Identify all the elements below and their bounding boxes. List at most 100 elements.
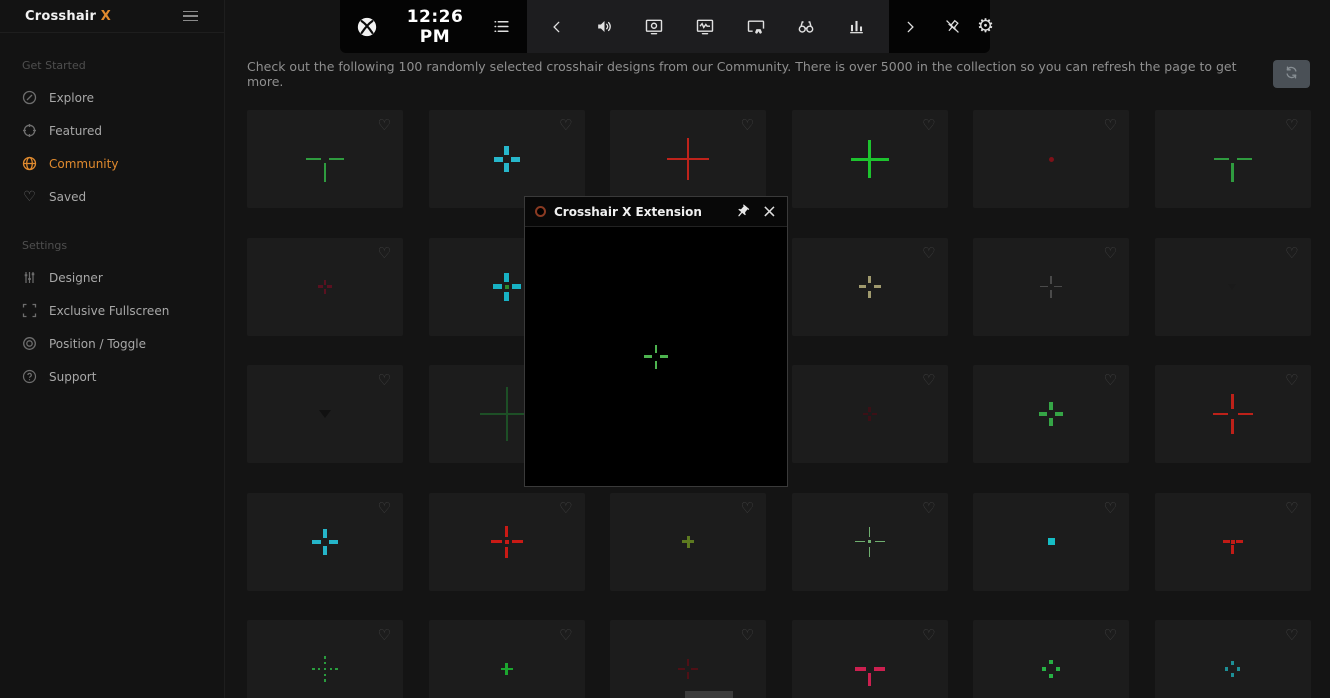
favorite-heart-icon[interactable]: ♡ [741, 118, 754, 133]
app-logo: Crosshair X [25, 9, 111, 24]
favorite-heart-icon[interactable]: ♡ [1104, 373, 1117, 388]
favorite-heart-icon[interactable]: ♡ [378, 373, 391, 388]
refresh-button[interactable] [1273, 60, 1310, 88]
crosshair-tile[interactable]: ♡ [247, 238, 403, 336]
sidebar-item-label: Explore [49, 91, 94, 105]
crosshair-tile[interactable]: ♡ [1155, 110, 1311, 208]
crosshair-tile[interactable]: ♡ [1155, 620, 1311, 698]
favorite-heart-icon[interactable]: ♡ [1104, 628, 1117, 643]
xbox-game-bar: 12:26 PM [340, 0, 990, 53]
brand-accent: X [101, 9, 111, 24]
crosshair-tile[interactable]: ♡ [429, 110, 585, 208]
target-circles-icon [22, 336, 37, 351]
crosshair-tile[interactable]: ♡ [973, 620, 1129, 698]
bar-chart-icon[interactable] [845, 15, 868, 38]
crosshair-tile[interactable]: ♡ [792, 365, 948, 463]
sidebar-item-designer[interactable]: Designer [0, 261, 224, 294]
crosshair-tile[interactable]: ♡ [610, 493, 766, 591]
audio-speaker-icon[interactable] [593, 15, 616, 38]
binoculars-icon[interactable] [794, 15, 818, 39]
sidebar-item-featured[interactable]: Featured [0, 114, 224, 147]
favorite-heart-icon[interactable]: ♡ [1104, 501, 1117, 516]
crosshair-tile[interactable]: ♡ [429, 620, 585, 698]
sidebar-item-community[interactable]: Community [0, 147, 224, 180]
crosshair-tile[interactable]: ♡ [610, 110, 766, 208]
sidebar-item-exclusive-fullscreen[interactable]: Exclusive Fullscreen [0, 294, 224, 327]
crosshair-tile[interactable]: ♡ [1155, 365, 1311, 463]
pin-off-icon[interactable] [941, 15, 964, 38]
favorite-heart-icon[interactable]: ♡ [922, 246, 935, 261]
favorite-heart-icon[interactable]: ♡ [378, 246, 391, 261]
crosshair-tile[interactable]: ♡ [973, 365, 1129, 463]
xbox-logo-button[interactable] [354, 14, 380, 40]
favorite-heart-icon[interactable]: ♡ [1285, 246, 1298, 261]
favorite-heart-icon[interactable]: ♡ [922, 118, 935, 133]
favorite-heart-icon[interactable]: ♡ [378, 501, 391, 516]
crosshair-tile[interactable]: ♡ [792, 493, 948, 591]
crosshair-tile[interactable]: ♡ [1155, 493, 1311, 591]
favorite-heart-icon[interactable]: ♡ [1285, 118, 1298, 133]
widget-menu-icon[interactable] [490, 15, 513, 38]
extension-preview-area [525, 227, 787, 486]
performance-monitor-icon[interactable] [693, 15, 717, 39]
gamebar-clock: 12:26 PM [396, 7, 474, 47]
crosshair-tile[interactable]: ♡ [973, 493, 1129, 591]
sidebar: Crosshair X Get Started Explore Featured… [0, 0, 225, 698]
favorite-heart-icon[interactable]: ♡ [559, 501, 572, 516]
favorite-heart-icon[interactable]: ♡ [922, 628, 935, 643]
extension-titlebar[interactable]: Crosshair X Extension × [525, 197, 787, 227]
favorite-heart-icon[interactable]: ♡ [922, 373, 935, 388]
scrollbar-thumb[interactable] [685, 691, 733, 698]
favorite-heart-icon[interactable]: ♡ [1285, 628, 1298, 643]
crosshair-tile[interactable]: ♡ [792, 238, 948, 336]
sidebar-item-label: Exclusive Fullscreen [49, 304, 169, 318]
favorite-heart-icon[interactable]: ♡ [1285, 501, 1298, 516]
xbox-logo-icon [356, 16, 378, 38]
close-icon[interactable]: × [762, 203, 777, 221]
chevron-right-icon[interactable] [901, 18, 919, 36]
sidebar-item-label: Saved [49, 190, 86, 204]
favorite-heart-icon[interactable]: ♡ [922, 501, 935, 516]
sliders-icon [22, 270, 37, 285]
capture-monitor-icon[interactable] [642, 15, 666, 39]
sidebar-item-support[interactable]: Support [0, 360, 224, 393]
sidebar-item-position-toggle[interactable]: Position / Toggle [0, 327, 224, 360]
pin-icon[interactable] [735, 204, 750, 219]
chevron-left-icon[interactable] [548, 18, 566, 36]
crosshair-tile[interactable]: ♡ [973, 238, 1129, 336]
section-label-get-started: Get Started [0, 59, 224, 72]
favorite-heart-icon[interactable]: ♡ [1104, 246, 1117, 261]
crosshair-tile[interactable]: ♡ [1155, 238, 1311, 336]
favorite-heart-icon[interactable]: ♡ [378, 628, 391, 643]
brand-name: Crosshair [25, 9, 96, 24]
crosshair-tile[interactable]: ♡ [973, 110, 1129, 208]
fullscreen-corners-icon [22, 303, 37, 318]
sidebar-item-label: Support [49, 370, 96, 384]
sidebar-item-saved[interactable]: ♡ Saved [0, 180, 224, 213]
favorite-heart-icon[interactable]: ♡ [378, 118, 391, 133]
sidebar-item-label: Position / Toggle [49, 337, 146, 351]
crosshair-tile[interactable]: ♡ [610, 620, 766, 698]
crosshair-tile[interactable]: ♡ [247, 365, 403, 463]
favorite-heart-icon[interactable]: ♡ [559, 118, 572, 133]
crosshair-tile[interactable]: ♡ [792, 110, 948, 208]
globe-icon [22, 156, 37, 171]
gamebar-right-controls: ⚙ [889, 0, 990, 53]
refresh-icon [1284, 65, 1299, 83]
favorite-heart-icon[interactable]: ♡ [741, 501, 754, 516]
crosshair-circle-icon [22, 123, 37, 138]
crosshair-tile[interactable]: ♡ [247, 110, 403, 208]
favorite-heart-icon[interactable]: ♡ [559, 628, 572, 643]
crosshair-tile[interactable]: ♡ [247, 620, 403, 698]
favorite-heart-icon[interactable]: ♡ [1285, 373, 1298, 388]
favorite-heart-icon[interactable]: ♡ [1104, 118, 1117, 133]
capture-gallery-icon[interactable] [744, 15, 768, 39]
favorite-heart-icon[interactable]: ♡ [741, 628, 754, 643]
explore-compass-icon [22, 90, 37, 105]
settings-gear-icon[interactable]: ⚙ [975, 15, 996, 38]
crosshair-tile[interactable]: ♡ [792, 620, 948, 698]
hamburger-menu-icon[interactable] [183, 11, 198, 22]
sidebar-item-explore[interactable]: Explore [0, 81, 224, 114]
crosshair-tile[interactable]: ♡ [429, 493, 585, 591]
crosshair-tile[interactable]: ♡ [247, 493, 403, 591]
